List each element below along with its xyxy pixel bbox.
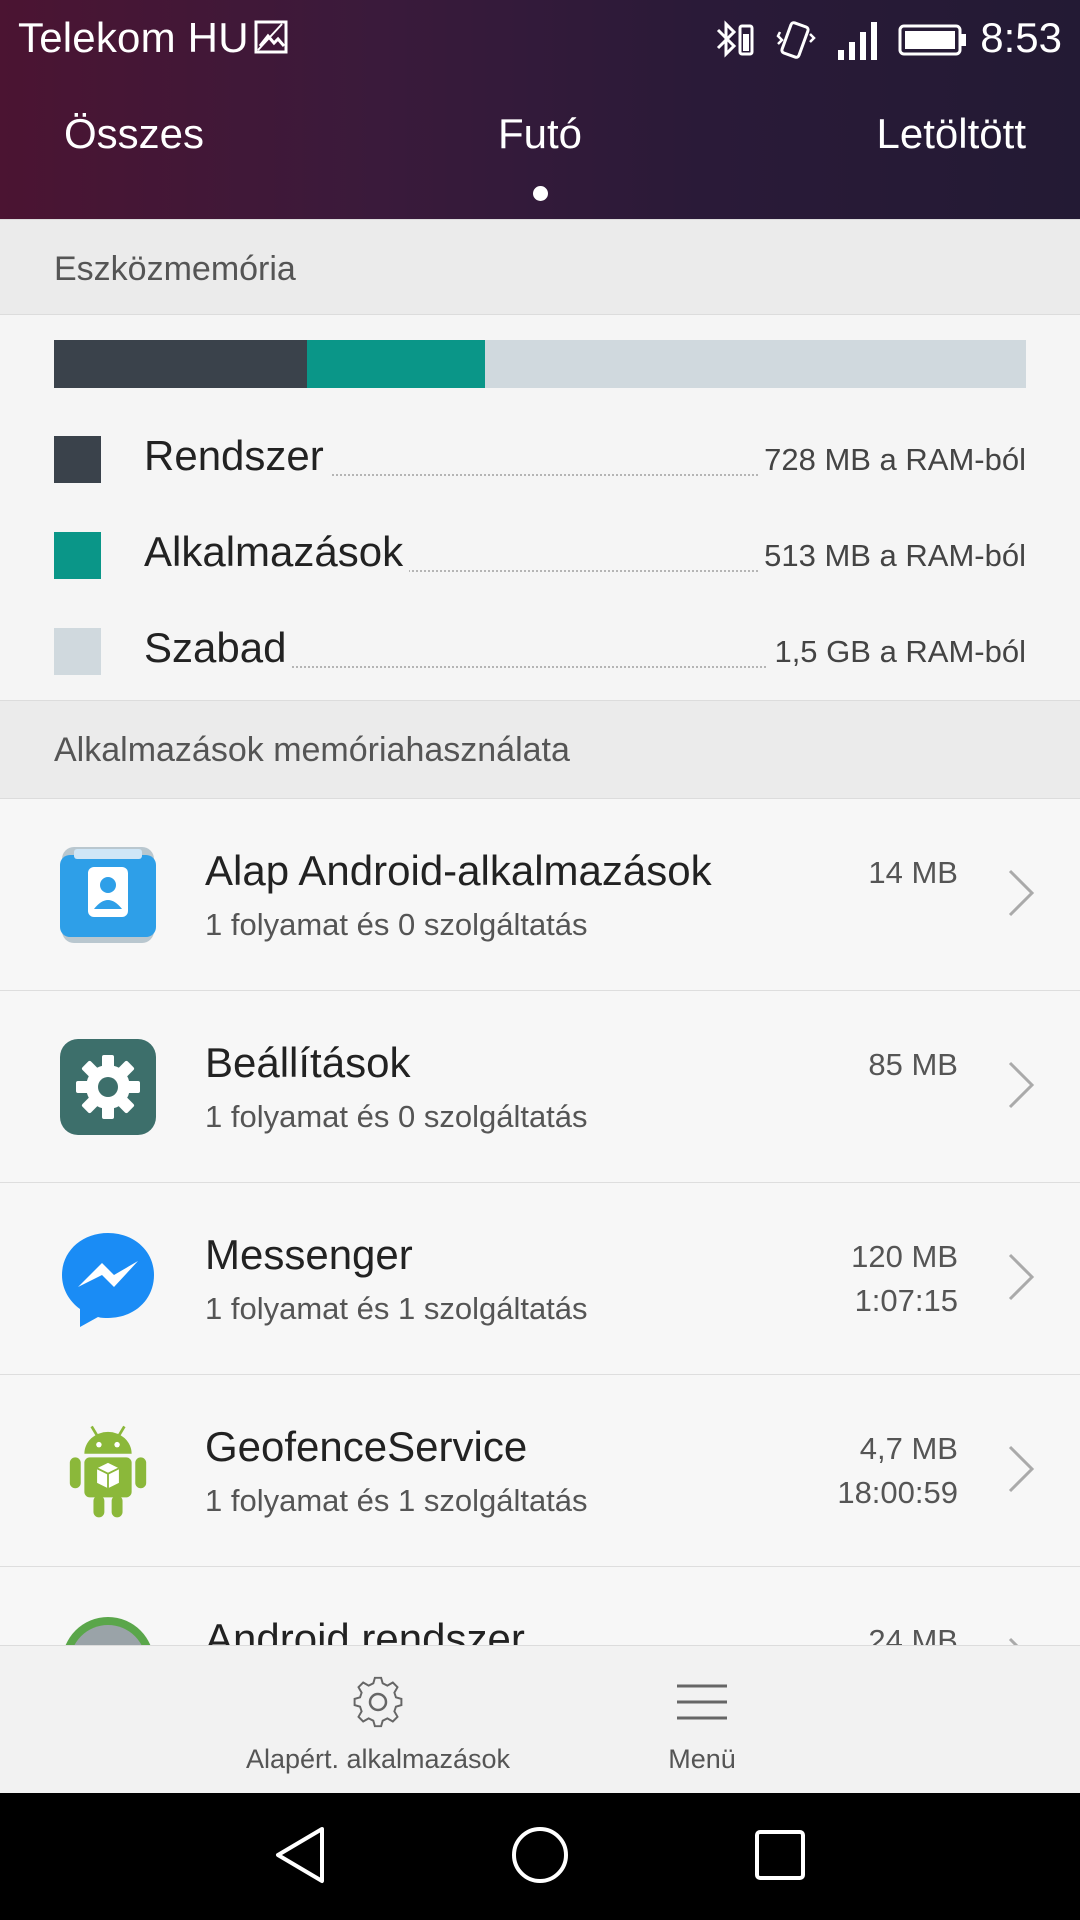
system-nav-bar	[0, 1793, 1080, 1920]
chevron-right-icon	[1008, 869, 1035, 917]
legend-swatch-apps	[54, 532, 101, 579]
legend-value: 513 MB a RAM-ból	[758, 538, 1026, 574]
home-icon[interactable]	[509, 1823, 571, 1887]
default-apps-button[interactable]: Alapért. alkalmazások	[230, 1646, 526, 1794]
app-memory: 4,7 MB	[859, 1431, 958, 1466]
menu-button[interactable]: Menü	[620, 1646, 784, 1794]
gear-icon	[353, 1676, 403, 1728]
app-processes: 1 folyamat és 1 szolgáltatás	[205, 1483, 588, 1518]
app-runtime: 18:00:59	[837, 1475, 958, 1510]
list-item[interactable]: Beállítások 1 folyamat és 0 szolgáltatás…	[0, 991, 1080, 1183]
app-name: Android rendszer	[205, 1615, 525, 1645]
app-name: Messenger	[205, 1231, 413, 1278]
app-processes: 1 folyamat és 0 szolgáltatás	[205, 907, 588, 942]
legend-value: 728 MB a RAM-ból	[758, 442, 1026, 478]
app-name: Alap Android-alkalmazások	[205, 847, 712, 894]
clock: 8:53	[980, 14, 1062, 61]
menu-icon	[677, 1684, 727, 1720]
default-apps-label: Alapért. alkalmazások	[245, 1744, 511, 1774]
battery-icon	[898, 24, 966, 56]
messenger-icon	[62, 1233, 154, 1327]
memory-bar	[54, 340, 1026, 388]
memory-bar-free	[484, 340, 1026, 388]
app-list[interactable]: Alap Android-alkalmazások 1 folyamat és …	[0, 799, 1080, 1645]
app-memory: 24 MB	[868, 1623, 958, 1645]
vibrate-icon	[776, 21, 816, 59]
legend-free: Szabad 1,5 GB a RAM-ból	[0, 624, 1080, 698]
carrier-name: Telekom HU	[18, 14, 249, 61]
contacts-icon	[60, 847, 156, 943]
app-memory: 85 MB	[868, 1047, 958, 1082]
header: Telekom HU 8:53 Összes Futó Letöltött	[0, 0, 1080, 219]
legend-label: Szabad	[144, 624, 293, 672]
android-icon	[69, 1425, 147, 1518]
legend-apps: Alkalmazások 513 MB a RAM-ból	[0, 528, 1080, 602]
bottom-action-bar: Alapért. alkalmazások Menü	[0, 1645, 1080, 1793]
legend-system: Rendszer 728 MB a RAM-ból	[0, 432, 1080, 506]
menu-label: Menü	[668, 1744, 736, 1774]
list-item[interactable]: Alap Android-alkalmazások 1 folyamat és …	[0, 799, 1080, 991]
app-name: Beállítások	[205, 1039, 411, 1086]
chevron-right-icon	[1008, 1445, 1035, 1493]
app-memory: 14 MB	[868, 855, 958, 890]
legend-label: Rendszer	[144, 432, 330, 480]
app-runtime: 1:07:15	[854, 1283, 958, 1318]
tab-downloaded[interactable]: Letöltött	[877, 110, 1026, 158]
legend-value: 1,5 GB a RAM-ból	[768, 634, 1026, 670]
app-processes: 1 folyamat és 1 szolgáltatás	[205, 1291, 588, 1326]
list-item[interactable]: Android rendszer 24 MB	[0, 1567, 1080, 1645]
chevron-right-icon	[1008, 1061, 1035, 1109]
memory-bar-system	[54, 340, 307, 388]
memory-bar-apps	[306, 340, 485, 388]
device-memory-header: Eszközmemória	[0, 219, 1080, 315]
image-icon	[254, 20, 288, 54]
signal-icon	[838, 22, 877, 60]
legend-swatch-system	[54, 436, 101, 483]
list-item[interactable]: Messenger 1 folyamat és 1 szolgáltatás 1…	[0, 1183, 1080, 1375]
recents-icon[interactable]	[752, 1823, 808, 1887]
settings-icon	[60, 1039, 156, 1135]
status-bar: Telekom HU 8:53	[0, 0, 1080, 80]
chevron-right-icon	[1008, 1253, 1035, 1301]
app-usage-title: Alkalmazások memóriahasználata	[54, 731, 570, 769]
device-memory-title: Eszközmemória	[54, 250, 296, 288]
active-tab-indicator	[533, 186, 548, 201]
legend-swatch-free	[54, 628, 101, 675]
bluetooth-icon	[716, 20, 754, 58]
app-memory: 120 MB	[851, 1239, 958, 1274]
list-item[interactable]: GeofenceService 1 folyamat és 1 szolgált…	[0, 1375, 1080, 1567]
legend-label: Alkalmazások	[144, 528, 410, 576]
tab-bar: Összes Futó Letöltött	[0, 110, 1080, 210]
chevron-right-icon	[1008, 1637, 1019, 1645]
app-usage-header: Alkalmazások memóriahasználata	[0, 700, 1080, 799]
app-name: GeofenceService	[205, 1423, 528, 1470]
android-system-icon	[65, 1617, 151, 1645]
back-icon[interactable]	[272, 1823, 328, 1887]
app-processes: 1 folyamat és 0 szolgáltatás	[205, 1099, 588, 1134]
